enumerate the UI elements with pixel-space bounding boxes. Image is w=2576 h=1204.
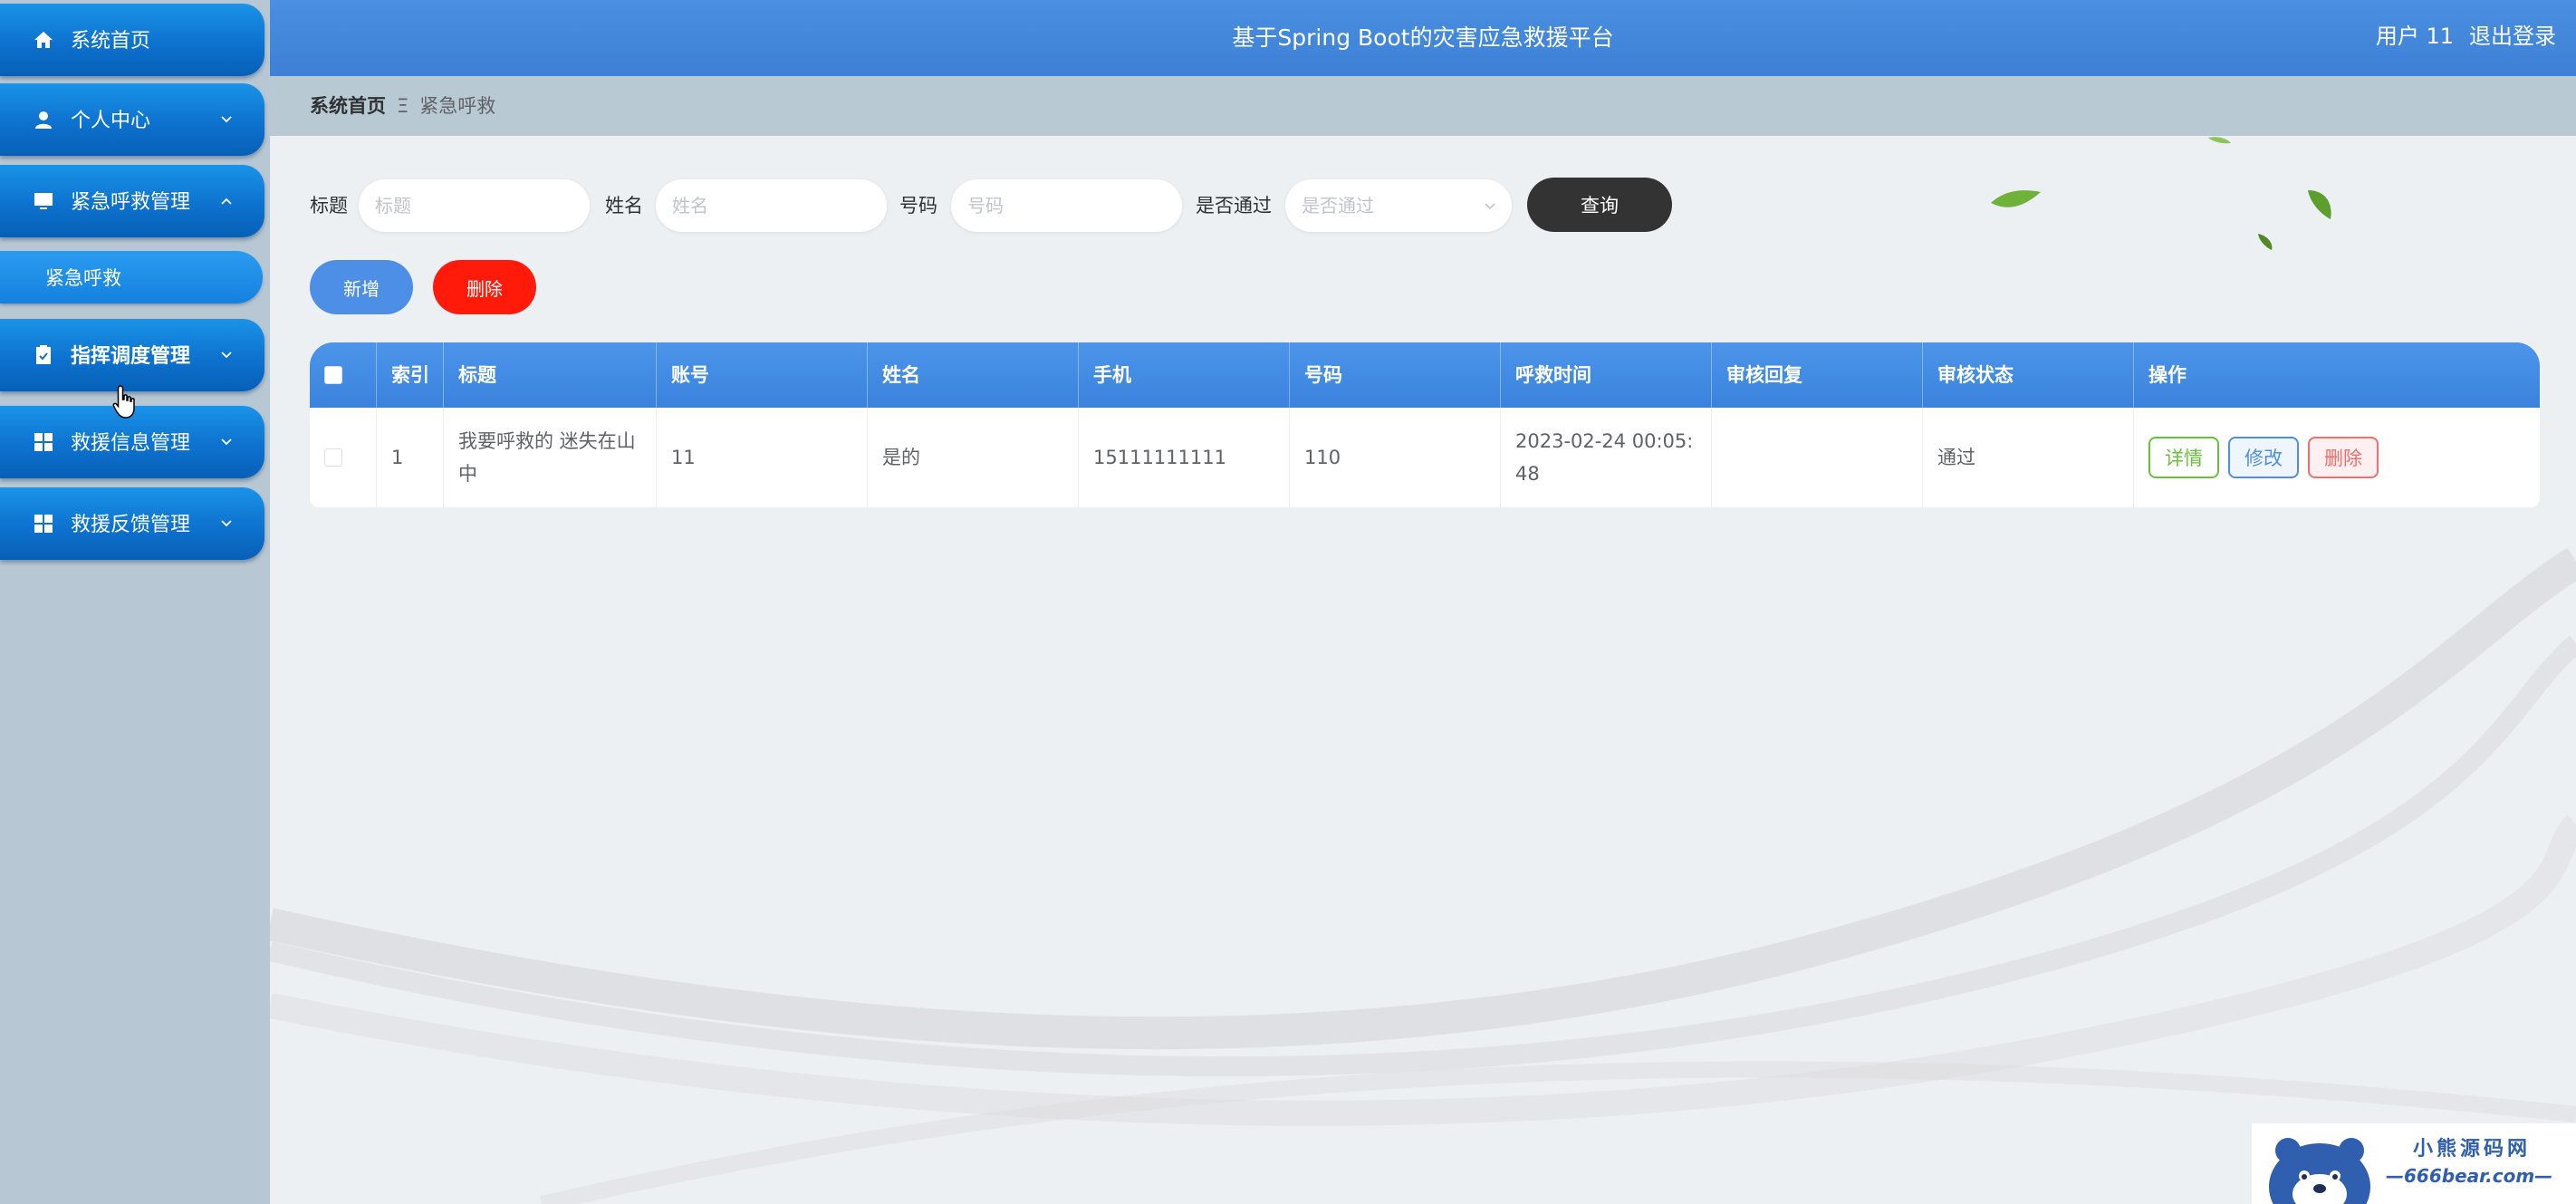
column-header-number[interactable]: 号码 [1290, 342, 1501, 408]
row-checkbox[interactable] [324, 448, 342, 467]
watermark-title: 小熊源码网 [2413, 1138, 2532, 1161]
top-header: 基于Spring Boot的灾害应急救援平台 用户 11 退出登录 [270, 0, 2576, 76]
logout-link[interactable]: 退出登录 [2469, 0, 2556, 72]
chevron-up-icon [221, 197, 232, 205]
sidebar-subitem-label: 紧急呼救 [45, 267, 121, 289]
name-input[interactable] [656, 179, 887, 232]
cell-title: 我要呼救的 迷失在山中 [444, 408, 657, 507]
approved-select[interactable]: 是否通过 [1285, 179, 1512, 232]
chevron-down-icon [221, 116, 232, 123]
number-label: 号码 [899, 195, 937, 217]
select-all-cell [310, 342, 377, 408]
title-input[interactable] [359, 179, 590, 232]
sidebar-item-label: 个人中心 [71, 110, 151, 132]
bear-logo-icon [2269, 1138, 2370, 1204]
chevron-down-icon [221, 438, 232, 446]
approved-label: 是否通过 [1196, 195, 1272, 217]
column-header-review-status[interactable]: 审核状态 [1923, 342, 2134, 408]
breadcrumb-current: 紧急呼救 [419, 95, 496, 117]
title-label: 标题 [310, 195, 348, 217]
column-header-phone[interactable]: 手机 [1079, 342, 1290, 408]
column-header-index[interactable]: 索引 [377, 342, 444, 408]
grid-icon [34, 515, 53, 533]
sidebar-item-home[interactable]: 系统首页 [0, 4, 264, 76]
column-header-operations: 操作 [2148, 364, 2187, 386]
leaf-icon [2208, 137, 2231, 144]
cell-call-time: 2023-02-24 00:05:48 [1501, 408, 1712, 507]
breadcrumb-separator: Ξ [397, 95, 409, 117]
detail-button[interactable]: 详情 [2148, 437, 2219, 478]
batch-delete-button[interactable]: 删除 [433, 260, 536, 314]
watermark-url: —666bear.com— [2386, 1165, 2553, 1187]
cell-review-status: 通过 [1923, 408, 2134, 507]
approved-select-placeholder: 是否通过 [1302, 195, 1374, 217]
column-header-name[interactable]: 姓名 [868, 342, 1079, 408]
main-content: 标题 姓名 号码 是否通过 是否通过 查询 新增 删除 索引 标题 账号 姓名 … [270, 136, 2576, 1204]
site-title: 基于Spring Boot的灾害应急救援平台 [1232, 24, 1614, 51]
cell-name: 是的 [868, 408, 1079, 507]
cell-number: 110 [1290, 408, 1501, 507]
background-decoration [270, 137, 2576, 1204]
sidebar-item-label: 救援反馈管理 [71, 514, 191, 536]
breadcrumb-bar: 系统首页 Ξ 紧急呼救 [270, 76, 2576, 136]
sidebar-item-emergency-call-management[interactable]: 紧急呼救管理 [0, 165, 264, 237]
edit-button[interactable]: 修改 [2228, 437, 2299, 478]
data-table: 索引 标题 账号 姓名 手机 号码 呼救时间 审核回复 审核状态 操作 1 我要… [310, 342, 2540, 507]
add-button[interactable]: 新增 [310, 260, 413, 314]
breadcrumb-home[interactable]: 系统首页 [310, 95, 386, 117]
sidebar-item-label: 系统首页 [71, 30, 151, 53]
cell-account: 11 [657, 408, 868, 507]
leaf-icon [1991, 190, 2041, 207]
user-icon [35, 111, 52, 129]
current-user: 用户 11 [2375, 24, 2454, 49]
column-header-call-time[interactable]: 呼救时间 [1501, 342, 1712, 408]
query-button[interactable]: 查询 [1527, 178, 1672, 232]
sidebar-subitem-emergency-call[interactable]: 紧急呼救 [0, 251, 263, 303]
table-body: 1 我要呼救的 迷失在山中 11 是的 15111111111 110 2023… [310, 408, 2540, 507]
sidebar-item-label: 紧急呼救管理 [71, 191, 191, 214]
column-header-review-reply[interactable]: 审核回复 [1712, 342, 1923, 408]
sidebar-item-personal-center[interactable]: 个人中心 [0, 83, 264, 156]
hand-cursor-icon [112, 385, 135, 419]
row-select-cell [310, 408, 377, 507]
chevron-down-icon [221, 520, 232, 527]
chevron-down-icon [1485, 203, 1495, 210]
clipboard-icon [36, 345, 51, 364]
table-header: 索引 标题 账号 姓名 手机 号码 呼救时间 审核回复 审核状态 操作 [310, 342, 2540, 408]
monitor-icon [34, 193, 53, 209]
leaf-icon [2308, 190, 2331, 219]
row-delete-button[interactable]: 删除 [2308, 437, 2379, 478]
sidebar: 系统首页 个人中心 紧急呼救管理 紧急呼救 指挥调度管理 救援信息管理 救援反馈… [0, 0, 270, 1204]
sidebar-item-rescue-feedback-management[interactable]: 救援反馈管理 [0, 487, 264, 560]
watermark: 小熊源码网 —666bear.com— [2252, 1123, 2576, 1204]
leaf-icon [2258, 234, 2273, 250]
select-all-checkbox[interactable] [324, 366, 342, 384]
breadcrumb: 系统首页 Ξ 紧急呼救 [310, 76, 495, 136]
sidebar-item-command-dispatch-management[interactable]: 指挥调度管理 [0, 319, 264, 391]
number-input[interactable] [951, 179, 1182, 232]
cell-index: 1 [377, 408, 444, 507]
grid-icon [34, 433, 53, 451]
name-label: 姓名 [605, 195, 643, 217]
cell-review-reply [1712, 408, 1923, 507]
chevron-down-icon [221, 352, 232, 359]
column-header-account[interactable]: 账号 [657, 342, 868, 408]
cell-phone: 15111111111 [1079, 408, 1290, 507]
column-header-title[interactable]: 标题 [444, 342, 657, 408]
home-icon [34, 32, 53, 48]
cell-operations: 详情 修改 删除 [2134, 408, 2540, 507]
